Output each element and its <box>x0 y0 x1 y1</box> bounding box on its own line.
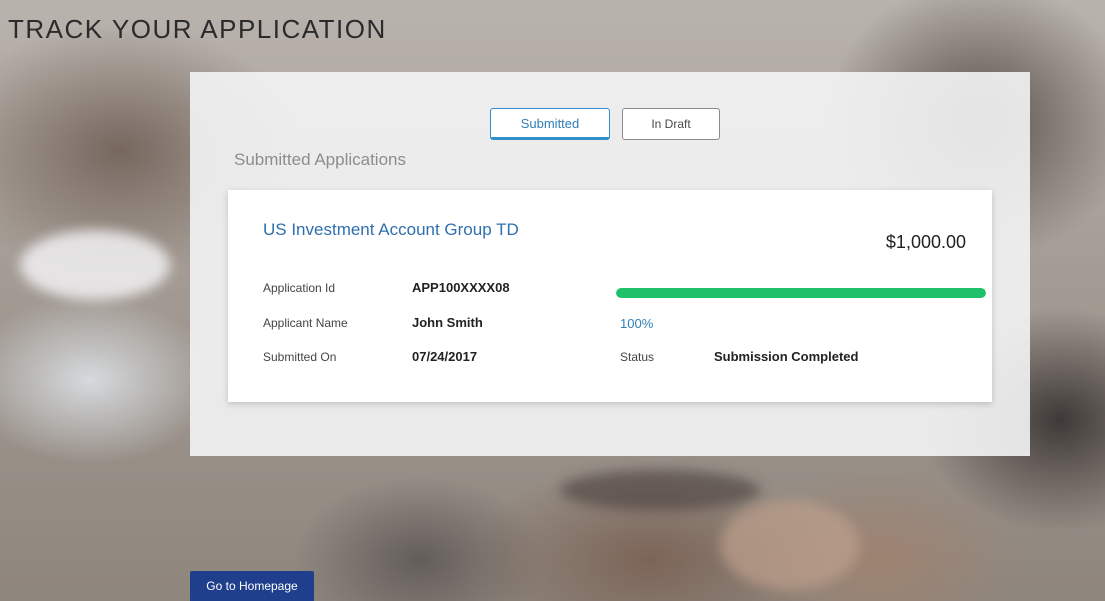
status-label: Status <box>620 350 655 364</box>
submitted-on-value: 07/24/2017 <box>412 349 478 364</box>
application-tabs: Submitted In Draft <box>490 108 720 140</box>
applications-panel: Submitted In Draft Submitted Application… <box>190 72 1030 456</box>
page-title: TRACK YOUR APPLICATION <box>8 14 387 44</box>
application-card: US Investment Account Group TD $1,000.00… <box>228 190 992 402</box>
application-name-link[interactable]: US Investment Account Group TD <box>263 220 519 240</box>
status-value: Submission Completed <box>714 349 859 364</box>
application-amount: $1,000.00 <box>885 232 966 252</box>
section-heading: Submitted Applications <box>234 150 406 169</box>
applicant-name-value: John Smith <box>412 315 483 330</box>
application-id-value: APP100XXXX08 <box>412 280 510 295</box>
background-photo-detail <box>720 500 860 590</box>
progress-bar-fill <box>616 288 986 298</box>
background-photo-detail <box>20 230 170 300</box>
go-to-homepage-button[interactable]: Go to Homepage <box>190 571 314 601</box>
tab-in-draft[interactable]: In Draft <box>622 108 720 140</box>
progress-percent: 100% <box>620 316 654 331</box>
application-id-label: Application Id <box>263 281 336 295</box>
applicant-name-label: Applicant Name <box>263 316 348 330</box>
background-photo-detail <box>560 470 760 510</box>
submitted-on-label: Submitted On <box>263 350 337 364</box>
page-background: TRACK YOUR APPLICATION Submitted In Draf… <box>0 0 1105 601</box>
tab-submitted[interactable]: Submitted <box>490 108 610 140</box>
progress-bar <box>616 288 986 298</box>
